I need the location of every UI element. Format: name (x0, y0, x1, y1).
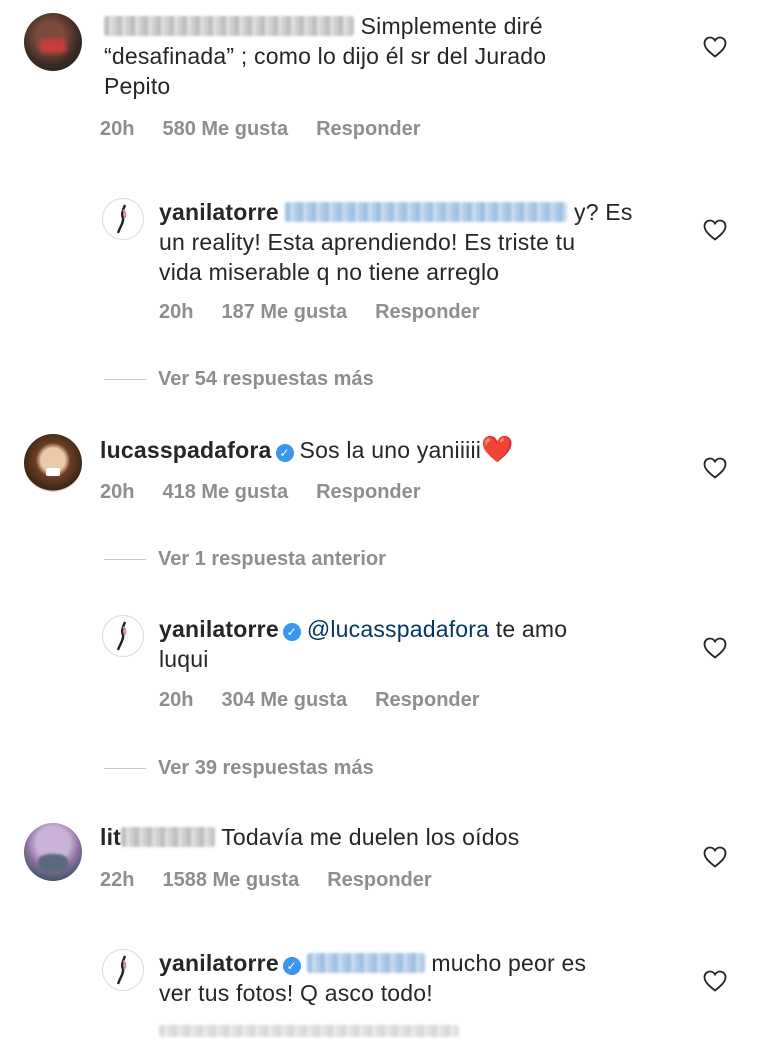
view-more-replies[interactable]: Ver 39 respuestas más (104, 757, 374, 780)
heart-icon[interactable] (703, 846, 727, 868)
reply-button[interactable]: Responder (375, 301, 479, 323)
comment-text: lucasspadafora ✓ Sos la uno yaniiiii❤️ (100, 434, 514, 464)
heart-icon[interactable] (703, 637, 727, 659)
username[interactable]: lucasspadafora (100, 437, 272, 463)
reply-button[interactable]: Responder (327, 869, 431, 891)
comment-meta: 22h 1588 Me gusta Responder (100, 869, 460, 892)
divider (104, 559, 146, 561)
redacted-mention[interactable] (285, 202, 568, 222)
username-partial[interactable]: lit (100, 824, 121, 850)
avatar[interactable] (24, 13, 82, 71)
username[interactable]: yanilatorre (159, 199, 279, 225)
view-previous-replies[interactable]: Ver 1 respuesta anterior (104, 548, 386, 571)
cutoff-meta (159, 1025, 459, 1037)
comment-text: yanilatorre ✓ mucho peor es ver tus fotos… (159, 950, 587, 1006)
verified-icon: ✓ (282, 623, 301, 641)
comment-text: Simplemente diré “desafinada” ; como lo … (104, 13, 547, 99)
username[interactable]: yanilatorre (159, 950, 279, 976)
comment-meta: 20h 580 Me gusta Responder (100, 118, 449, 141)
verified-icon: ✓ (275, 444, 294, 462)
comment-text: yanilatorre y? Es un reality! Esta apren… (159, 199, 633, 285)
heart-icon[interactable] (703, 970, 727, 992)
like-count[interactable]: 187 Me gusta (221, 301, 347, 323)
avatar[interactable] (24, 823, 82, 881)
comment-meta: 20h 187 Me gusta Responder (159, 301, 508, 324)
redacted-username[interactable] (104, 16, 354, 36)
like-count[interactable]: 580 Me gusta (162, 118, 288, 140)
timestamp: 20h (100, 481, 135, 503)
redacted-mention[interactable] (306, 953, 425, 973)
heart-icon[interactable] (703, 36, 727, 58)
verified-icon: ✓ (282, 957, 301, 975)
comment-meta: 20h 418 Me gusta Responder (100, 481, 449, 504)
like-count[interactable]: 304 Me gusta (221, 689, 347, 711)
comment-text: yanilatorre ✓ @lucasspadafora te amo luqui (159, 616, 568, 672)
reply-button[interactable]: Responder (316, 481, 420, 503)
comment-meta-cutoff (159, 1018, 487, 1041)
username[interactable]: yanilatorre (159, 616, 279, 642)
like-count[interactable]: 418 Me gusta (162, 481, 288, 503)
view-more-replies[interactable]: Ver 54 respuestas más (104, 368, 374, 391)
heart-icon[interactable] (703, 457, 727, 479)
reply-button[interactable]: Responder (316, 118, 420, 140)
like-count[interactable]: 1588 Me gusta (162, 869, 299, 891)
avatar[interactable] (102, 615, 144, 657)
comment-text: lit Todavía me duelen los oídos (100, 824, 520, 850)
redacted-username[interactable] (121, 827, 216, 847)
timestamp: 20h (100, 118, 135, 140)
avatar[interactable] (24, 434, 82, 492)
mention-link[interactable]: @lucasspadafora (307, 616, 489, 642)
divider (104, 768, 146, 770)
timestamp: 20h (159, 689, 194, 711)
timestamp: 20h (159, 301, 194, 323)
comment-meta: 20h 304 Me gusta Responder (159, 689, 508, 712)
divider (104, 379, 146, 381)
heart-emoji: ❤️ (481, 434, 514, 464)
reply-button[interactable]: Responder (375, 689, 479, 711)
heart-icon[interactable] (703, 219, 727, 241)
avatar[interactable] (102, 949, 144, 991)
timestamp: 22h (100, 869, 135, 891)
avatar[interactable] (102, 198, 144, 240)
